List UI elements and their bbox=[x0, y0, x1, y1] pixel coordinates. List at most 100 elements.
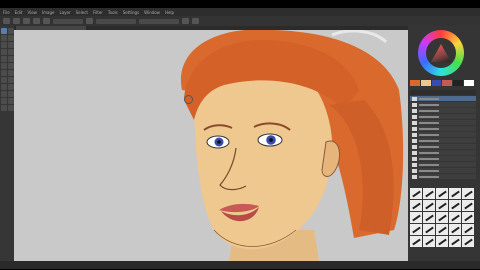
brush-preset-icon[interactable] bbox=[436, 212, 448, 223]
menu-image[interactable]: Image bbox=[42, 10, 55, 15]
layers-list bbox=[410, 96, 476, 184]
swatch[interactable] bbox=[420, 80, 431, 86]
layer-row[interactable] bbox=[410, 108, 476, 113]
brush-preset-icon[interactable] bbox=[449, 224, 461, 235]
crop-tool-icon[interactable] bbox=[1, 42, 7, 48]
menu-select[interactable]: Select bbox=[76, 10, 88, 15]
brush-cursor-icon bbox=[184, 95, 193, 104]
fill-tool-icon[interactable] bbox=[1, 63, 7, 69]
brush-preset-icon[interactable] bbox=[449, 212, 461, 223]
brush-preset-icon[interactable] bbox=[436, 236, 448, 247]
brush-preset-icon[interactable] bbox=[462, 188, 474, 199]
menu-settings[interactable]: Settings bbox=[123, 10, 139, 15]
brush-preset-icon[interactable] bbox=[423, 200, 435, 211]
layer-name bbox=[419, 115, 439, 118]
brush-preset-icon[interactable] bbox=[436, 224, 448, 235]
brush-preset-icon[interactable] bbox=[449, 236, 461, 247]
menu-layer[interactable]: Layer bbox=[59, 10, 70, 15]
erase-mode-button[interactable] bbox=[86, 18, 93, 24]
layer-row[interactable] bbox=[410, 168, 476, 173]
menu-edit[interactable]: Edit bbox=[15, 10, 23, 15]
portrait-artwork bbox=[180, 30, 404, 261]
layer-row[interactable] bbox=[410, 138, 476, 143]
menu-filter[interactable]: Filter bbox=[93, 10, 103, 15]
layer-row[interactable] bbox=[410, 96, 476, 101]
color-triangle-area bbox=[426, 38, 456, 68]
brush-preset-icon[interactable] bbox=[423, 224, 435, 235]
brush-preset-icon[interactable] bbox=[462, 224, 474, 235]
ellipse-tool-icon[interactable] bbox=[1, 56, 7, 62]
brush-preset-icon[interactable] bbox=[423, 236, 435, 247]
layers-panel-header bbox=[410, 90, 476, 95]
menu-tools[interactable]: Tools bbox=[108, 10, 118, 15]
line-tool-icon[interactable] bbox=[1, 49, 7, 55]
pan-tool-icon[interactable] bbox=[1, 77, 7, 83]
brush-preset-button[interactable] bbox=[33, 18, 40, 24]
brush-preset-icon[interactable] bbox=[436, 188, 448, 199]
save-document-button[interactable] bbox=[23, 18, 30, 24]
opacity-slider[interactable] bbox=[96, 18, 136, 24]
swatch[interactable] bbox=[453, 80, 464, 86]
layer-row[interactable] bbox=[410, 174, 476, 179]
layer-row[interactable] bbox=[410, 150, 476, 155]
layer-row[interactable] bbox=[410, 126, 476, 131]
brush-preset-icon[interactable] bbox=[410, 212, 422, 223]
color-triangle[interactable] bbox=[431, 44, 451, 62]
layer-name bbox=[419, 97, 439, 100]
brush-preset-icon[interactable] bbox=[410, 200, 422, 211]
toolbox bbox=[0, 26, 14, 261]
brush-tool-icon[interactable] bbox=[1, 28, 7, 34]
transform-tool-icon[interactable] bbox=[1, 35, 7, 41]
brush-preset-icon[interactable] bbox=[436, 200, 448, 211]
layer-thumbnail-icon bbox=[412, 126, 417, 131]
swatch[interactable] bbox=[442, 80, 453, 86]
brush-preset-icon[interactable] bbox=[462, 236, 474, 247]
layer-thumbnail-icon bbox=[412, 150, 417, 155]
brush-preset-icon[interactable] bbox=[410, 236, 422, 247]
menu-view[interactable]: View bbox=[27, 10, 37, 15]
menu-help[interactable]: Help bbox=[165, 10, 174, 15]
menu-window[interactable]: Window bbox=[144, 10, 160, 15]
mirror-vertical-button[interactable] bbox=[192, 18, 199, 24]
brush-preset-icon[interactable] bbox=[410, 188, 422, 199]
layer-row[interactable] bbox=[410, 102, 476, 107]
brush-preset-icon[interactable] bbox=[449, 200, 461, 211]
blend-mode-select[interactable] bbox=[53, 18, 83, 24]
layer-row[interactable] bbox=[410, 156, 476, 161]
hair-clip bbox=[331, 30, 388, 44]
brush-preset-icon[interactable] bbox=[462, 212, 474, 223]
smart-patch-icon[interactable] bbox=[1, 105, 7, 111]
krita-window: File Edit View Image Layer Select Filter… bbox=[0, 8, 480, 269]
color-wheel-icon[interactable] bbox=[418, 30, 464, 76]
brush-preset-icon[interactable] bbox=[410, 224, 422, 235]
mirror-horizontal-button[interactable] bbox=[182, 18, 189, 24]
brush-preset-icon[interactable] bbox=[423, 212, 435, 223]
layer-name bbox=[419, 133, 439, 136]
layer-thumbnail-icon bbox=[412, 156, 417, 161]
swatch[interactable] bbox=[410, 80, 420, 86]
layer-row[interactable] bbox=[410, 114, 476, 119]
brush-preset-icon[interactable] bbox=[423, 188, 435, 199]
layer-row[interactable] bbox=[410, 132, 476, 137]
layer-thumbnail-icon bbox=[412, 96, 417, 101]
swatch[interactable] bbox=[464, 80, 474, 86]
new-document-button[interactable] bbox=[3, 18, 10, 24]
freehand-select-icon[interactable] bbox=[1, 91, 7, 97]
layer-row[interactable] bbox=[410, 144, 476, 149]
drawing-canvas[interactable] bbox=[14, 30, 408, 261]
open-document-button[interactable] bbox=[13, 18, 20, 24]
size-slider[interactable] bbox=[139, 18, 179, 24]
swatch[interactable] bbox=[431, 80, 442, 86]
eyedropper-tool-icon[interactable] bbox=[1, 70, 7, 76]
layer-name bbox=[419, 175, 439, 178]
brush-preset-icon[interactable] bbox=[462, 200, 474, 211]
menu-file[interactable]: File bbox=[3, 10, 10, 15]
layer-thumbnail-icon bbox=[412, 132, 417, 137]
tool-options-bar bbox=[0, 16, 480, 26]
brush-preset-icon[interactable] bbox=[449, 188, 461, 199]
blend-mode-button[interactable] bbox=[43, 18, 50, 24]
layer-row[interactable] bbox=[410, 162, 476, 167]
measure-tool-icon[interactable] bbox=[1, 84, 7, 90]
layer-row[interactable] bbox=[410, 120, 476, 125]
bezier-select-icon[interactable] bbox=[1, 98, 7, 104]
